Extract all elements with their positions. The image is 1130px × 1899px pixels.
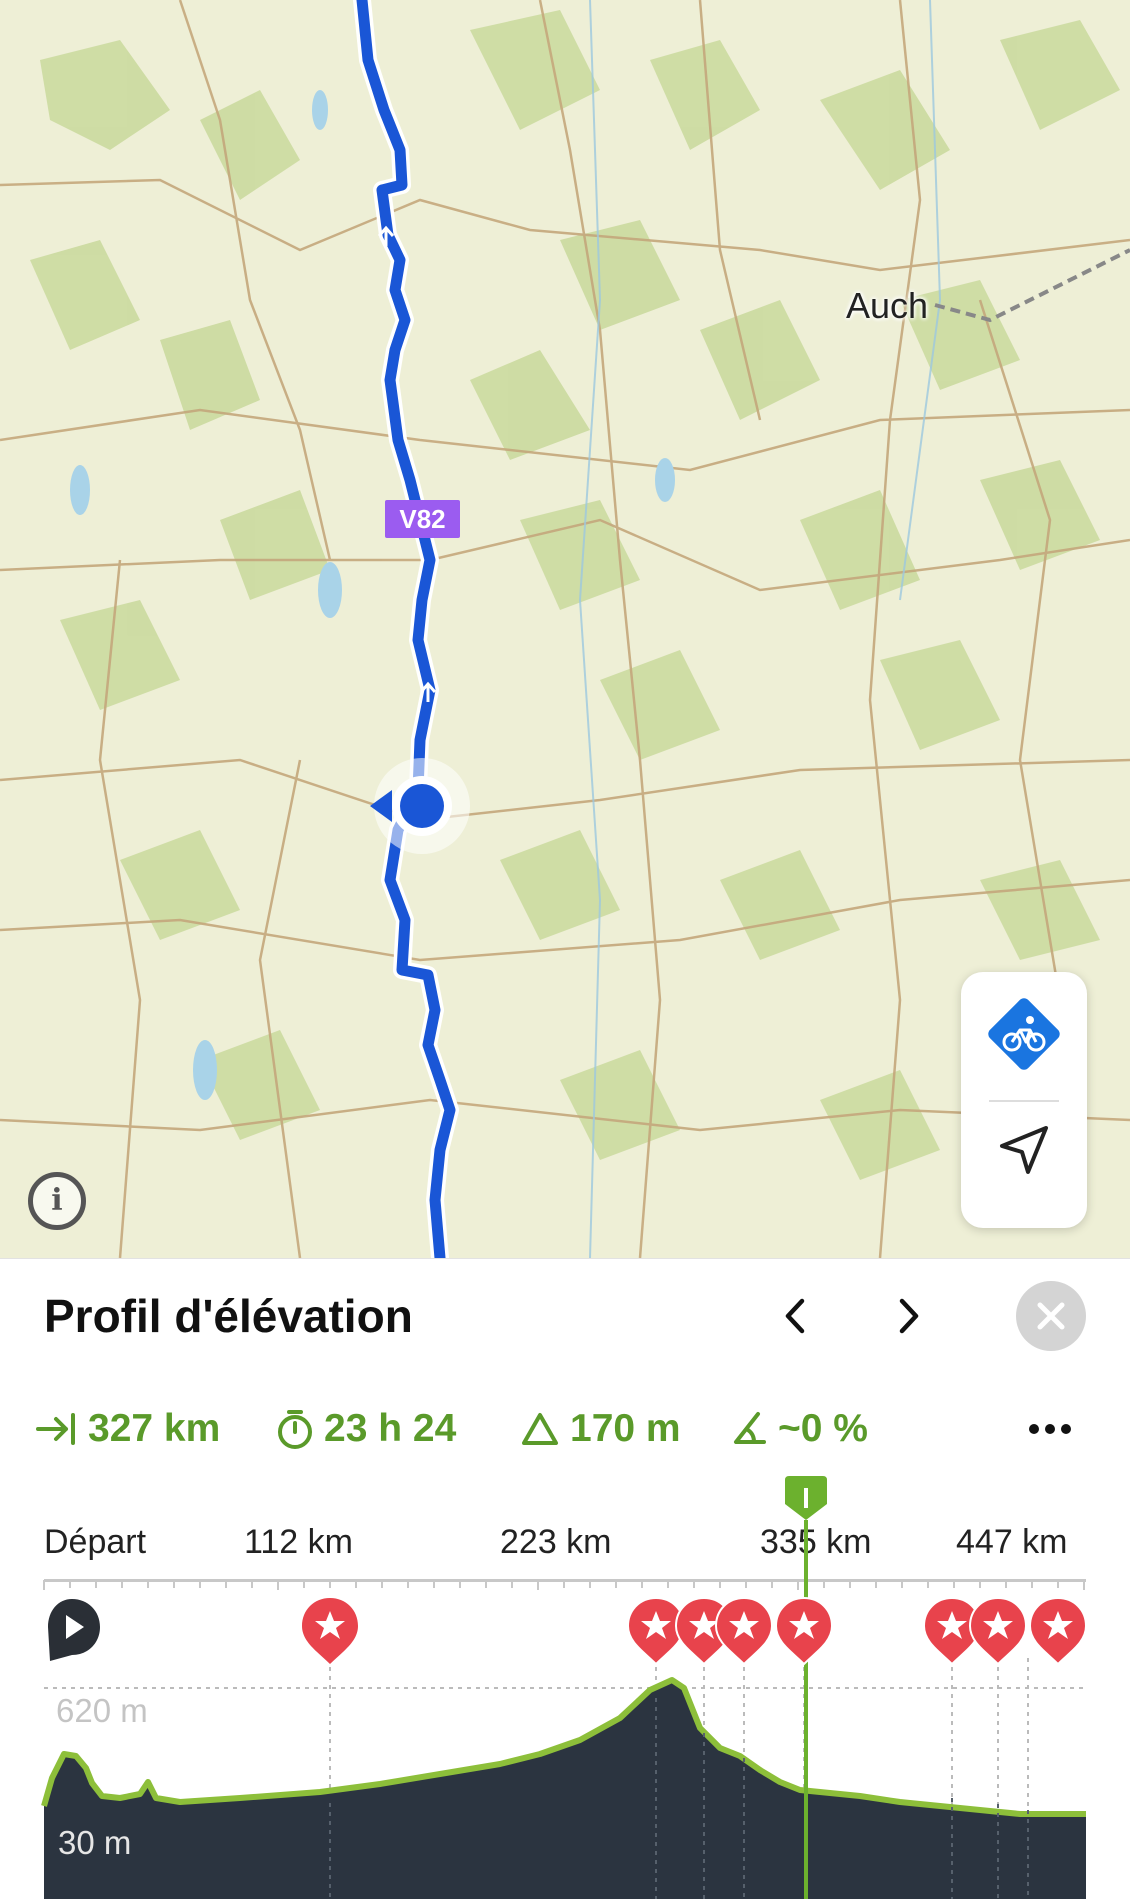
axis-label-start: Départ	[44, 1523, 147, 1561]
stat-ascent: 170 m	[520, 1399, 681, 1459]
axis-label-223: 223 km	[500, 1523, 612, 1561]
stat-distance: 327 km	[36, 1399, 220, 1459]
distance-icon	[36, 1413, 75, 1445]
bike-route-icon[interactable]	[984, 994, 1064, 1074]
route-badge: V82	[385, 500, 460, 538]
slope-icon	[734, 1412, 766, 1444]
map-view[interactable]: Auch V82 i	[0, 0, 1130, 1258]
close-icon[interactable]	[1016, 1281, 1086, 1351]
navigation-arrow-icon[interactable]	[994, 1120, 1054, 1180]
axis-label-335: 335 km	[760, 1523, 872, 1561]
stopwatch-icon	[278, 1410, 312, 1449]
info-button[interactable]: i	[28, 1172, 86, 1230]
elevation-max-label: 620 m	[56, 1692, 148, 1729]
axis-line	[44, 1579, 1086, 1582]
chevron-right-icon[interactable]	[884, 1291, 934, 1341]
stat-slope-value: ~0 %	[778, 1407, 868, 1450]
elevation-min-label: 30 m	[58, 1824, 132, 1861]
stat-slope: ~0 %	[730, 1399, 868, 1459]
stat-duration-value: 23 h 24	[324, 1407, 457, 1450]
stat-ascent-value: 170 m	[570, 1407, 681, 1450]
map-controls	[961, 972, 1087, 1228]
controls-divider	[989, 1100, 1059, 1102]
stat-distance-value: 327 km	[88, 1407, 221, 1450]
stat-duration: 23 h 24	[276, 1399, 456, 1459]
axis-label-447: 447 km	[956, 1523, 1068, 1561]
elevation-panel: Profil d'élévation 327 km 23 h 24 170 m	[0, 1258, 1130, 1899]
city-label: Auch	[846, 285, 929, 326]
chevron-left-icon[interactable]	[770, 1291, 820, 1341]
axis-label-112: 112 km	[244, 1523, 353, 1561]
current-location-marker	[370, 758, 470, 854]
ascent-icon	[522, 1413, 558, 1445]
panel-title: Profil d'élévation	[44, 1290, 413, 1342]
more-icon[interactable]	[1022, 1409, 1078, 1449]
